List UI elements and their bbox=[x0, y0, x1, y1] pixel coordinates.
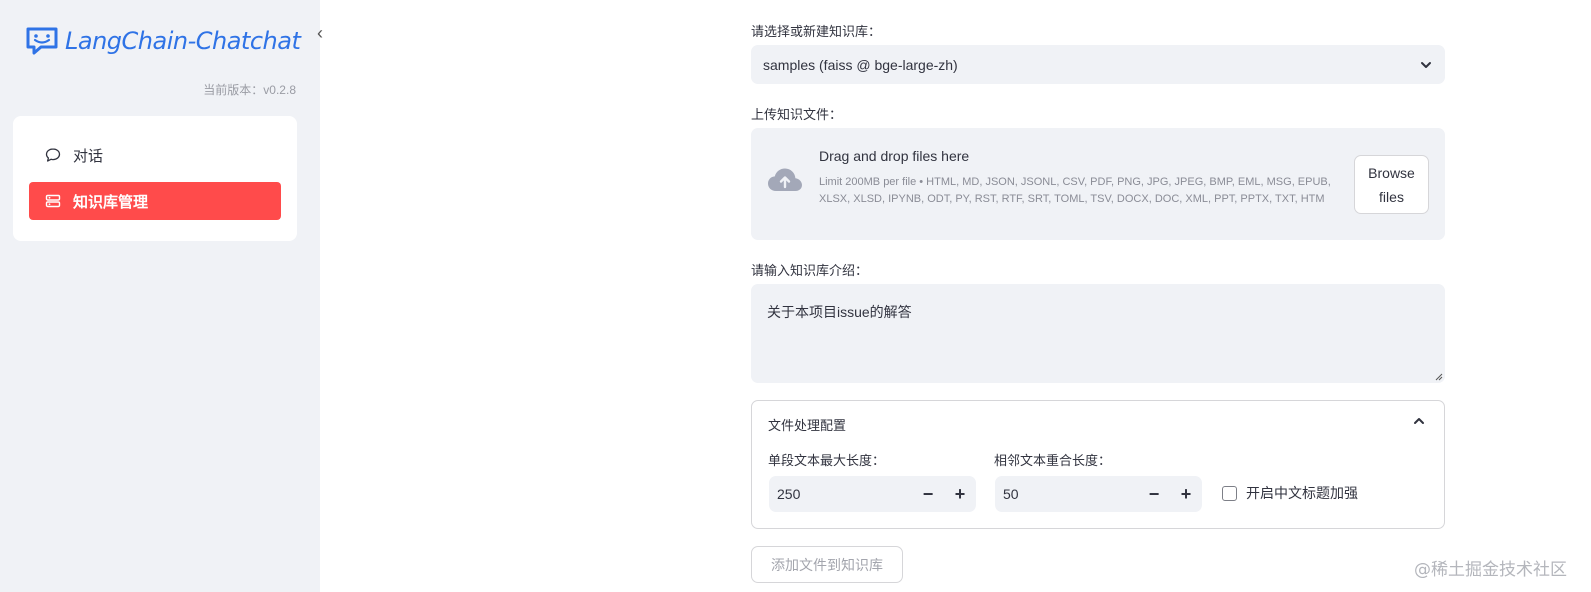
config-title[interactable]: 文件处理配置 bbox=[768, 415, 846, 434]
add-files-button[interactable]: 添加文件到知识库 bbox=[751, 546, 903, 583]
zh-title-label: 开启中文标题加强 bbox=[1246, 485, 1358, 501]
overlap-value: 50 bbox=[1003, 486, 1019, 502]
chunk-size-increment-button[interactable]: + bbox=[944, 476, 976, 512]
browse-label-line1: Browse bbox=[1368, 165, 1415, 181]
resize-grip-icon[interactable] bbox=[1435, 373, 1443, 381]
nav-menu: 对话 知识库管理 bbox=[13, 116, 297, 241]
app-logo: LangChain-Chatchat bbox=[25, 26, 301, 56]
browse-files-button[interactable]: Browse files bbox=[1354, 155, 1429, 214]
upload-label: 上传知识文件： bbox=[751, 107, 843, 122]
file-processing-config: 文件处理配置 单段文本最大长度： 250 − + 相邻文本重合长度： 50 − … bbox=[751, 400, 1445, 529]
app-title: LangChain-Chatchat bbox=[65, 27, 301, 55]
kb-select[interactable]: samples (faiss @ bge-large-zh) bbox=[751, 45, 1445, 84]
database-icon bbox=[45, 194, 61, 208]
nav-item-chat[interactable]: 对话 bbox=[29, 136, 281, 174]
chunk-size-decrement-button[interactable]: − bbox=[912, 476, 944, 512]
sidebar: LangChain-Chatchat 当前版本：v0.2.8 对话 知识库管理 bbox=[0, 0, 320, 592]
chunk-size-label: 单段文本最大长度： bbox=[768, 453, 886, 468]
dropzone-title: Drag and drop files here bbox=[819, 148, 970, 164]
chevron-down-icon bbox=[1421, 61, 1431, 68]
watermark: @稀土掘金技术社区 bbox=[1414, 560, 1567, 580]
overlap-label: 相邻文本重合长度： bbox=[994, 453, 1112, 468]
nav-item-kb-management[interactable]: 知识库管理 bbox=[29, 182, 281, 220]
chunk-size-input[interactable]: 250 − + bbox=[769, 476, 976, 512]
browse-label-line2: files bbox=[1379, 189, 1404, 205]
chevron-up-icon[interactable] bbox=[1412, 414, 1426, 428]
kb-intro-label: 请输入知识库介绍： bbox=[751, 263, 869, 278]
nav-item-kb-label: 知识库管理 bbox=[73, 193, 149, 211]
version-label: 当前版本：v0.2.8 bbox=[203, 83, 296, 97]
kb-intro-value: 关于本项目issue的解答 bbox=[767, 304, 912, 320]
cloud-upload-icon bbox=[768, 168, 802, 191]
zh-title-enhance-toggle[interactable]: 开启中文标题加强 bbox=[1222, 483, 1358, 503]
zh-title-checkbox[interactable] bbox=[1222, 485, 1237, 501]
chat-logo-icon bbox=[26, 27, 58, 55]
overlap-input[interactable]: 50 − + bbox=[995, 476, 1202, 512]
kb-intro-textarea[interactable]: 关于本项目issue的解答 bbox=[751, 284, 1445, 383]
chunk-size-value: 250 bbox=[777, 486, 801, 502]
collapse-sidebar-icon[interactable]: ‹ bbox=[311, 22, 329, 44]
chat-bubble-icon bbox=[45, 148, 61, 162]
overlap-decrement-button[interactable]: − bbox=[1138, 476, 1170, 512]
overlap-increment-button[interactable]: + bbox=[1170, 476, 1202, 512]
dropzone-limit-text: Limit 200MB per file • HTML, MD, JSON, J… bbox=[819, 176, 1331, 205]
nav-item-chat-label: 对话 bbox=[73, 147, 104, 165]
kb-select-value: samples (faiss @ bge-large-zh) bbox=[763, 56, 958, 73]
file-dropzone[interactable]: Drag and drop files here Limit 200MB per… bbox=[751, 128, 1445, 240]
kb-select-label: 请选择或新建知识库： bbox=[751, 24, 882, 39]
